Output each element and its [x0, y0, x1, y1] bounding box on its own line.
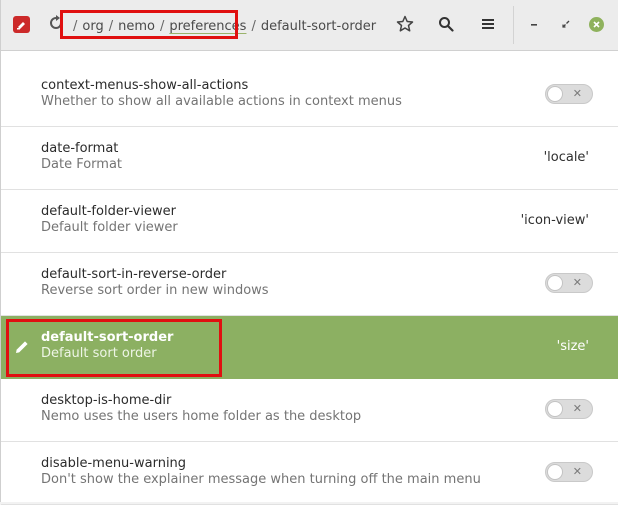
key-name: default-folder-viewer [41, 204, 176, 219]
toggle-switch[interactable]: ✕ [545, 273, 593, 293]
key-row-context-menus-show-all-actions[interactable]: context-menus-show-all-actions Whether t… [1, 51, 618, 127]
key-name: context-menus-show-all-actions [41, 78, 249, 93]
toggle-switch[interactable]: ✕ [545, 399, 593, 419]
search-icon [439, 17, 454, 32]
annotation-highlight-path [60, 10, 238, 39]
key-row-default-folder-viewer[interactable]: default-folder-viewer Default folder vie… [1, 190, 618, 253]
key-description: Nemo uses the users home folder as the d… [41, 409, 362, 424]
header-divider [513, 6, 514, 44]
minimize-icon [531, 24, 537, 26]
star-icon [396, 15, 414, 32]
dconf-app-icon [13, 16, 30, 33]
hamburger-icon [482, 19, 494, 29]
off-x-icon: ✕ [572, 87, 582, 100]
off-x-icon: ✕ [572, 465, 582, 478]
key-description: Reverse sort order in new windows [41, 283, 269, 298]
key-row-default-sort-in-reverse-order[interactable]: default-sort-in-reverse-order Reverse so… [1, 253, 618, 316]
dconf-editor-window: / org / nemo / preferences / default-sor… [0, 0, 618, 505]
key-description: Don't show the explainer message when tu… [41, 472, 481, 487]
toggle-switch[interactable]: ✕ [545, 462, 593, 482]
minimize-button[interactable] [523, 13, 545, 35]
key-name: desktop-is-home-dir [41, 393, 172, 408]
key-row-date-format[interactable]: date-format Date Format 'locale' [1, 127, 618, 190]
key-value: 'icon-view' [520, 213, 589, 228]
key-name: disable-menu-warning [41, 456, 187, 471]
key-name: date-format [41, 141, 119, 156]
menu-button[interactable] [477, 13, 499, 35]
key-description: Default folder viewer [41, 220, 178, 235]
close-icon [593, 21, 600, 28]
header-bar: / org / nemo / preferences / default-sor… [1, 0, 618, 51]
key-row-desktop-is-home-dir[interactable]: desktop-is-home-dir Nemo uses the users … [1, 379, 618, 442]
key-value: 'size' [556, 339, 589, 354]
close-button[interactable] [589, 17, 604, 32]
annotation-highlight-row [6, 319, 222, 377]
restore-icon [562, 20, 570, 28]
key-description: Whether to show all available actions in… [41, 94, 402, 109]
key-row-disable-menu-warning[interactable]: disable-menu-warning Don't show the expl… [1, 442, 618, 505]
key-description: Date Format [41, 157, 123, 172]
maximize-button[interactable] [555, 13, 577, 35]
off-x-icon: ✕ [572, 276, 582, 289]
search-button[interactable] [435, 13, 457, 35]
keys-list: context-menus-show-all-actions Whether t… [1, 51, 618, 505]
bookmark-star-button[interactable] [394, 13, 416, 35]
key-name: default-sort-in-reverse-order [41, 267, 227, 282]
off-x-icon: ✕ [572, 402, 582, 415]
toggle-switch[interactable]: ✕ [545, 84, 593, 104]
key-value: 'locale' [543, 150, 589, 165]
breadcrumb-current-key[interactable]: default-sort-order [261, 19, 376, 34]
